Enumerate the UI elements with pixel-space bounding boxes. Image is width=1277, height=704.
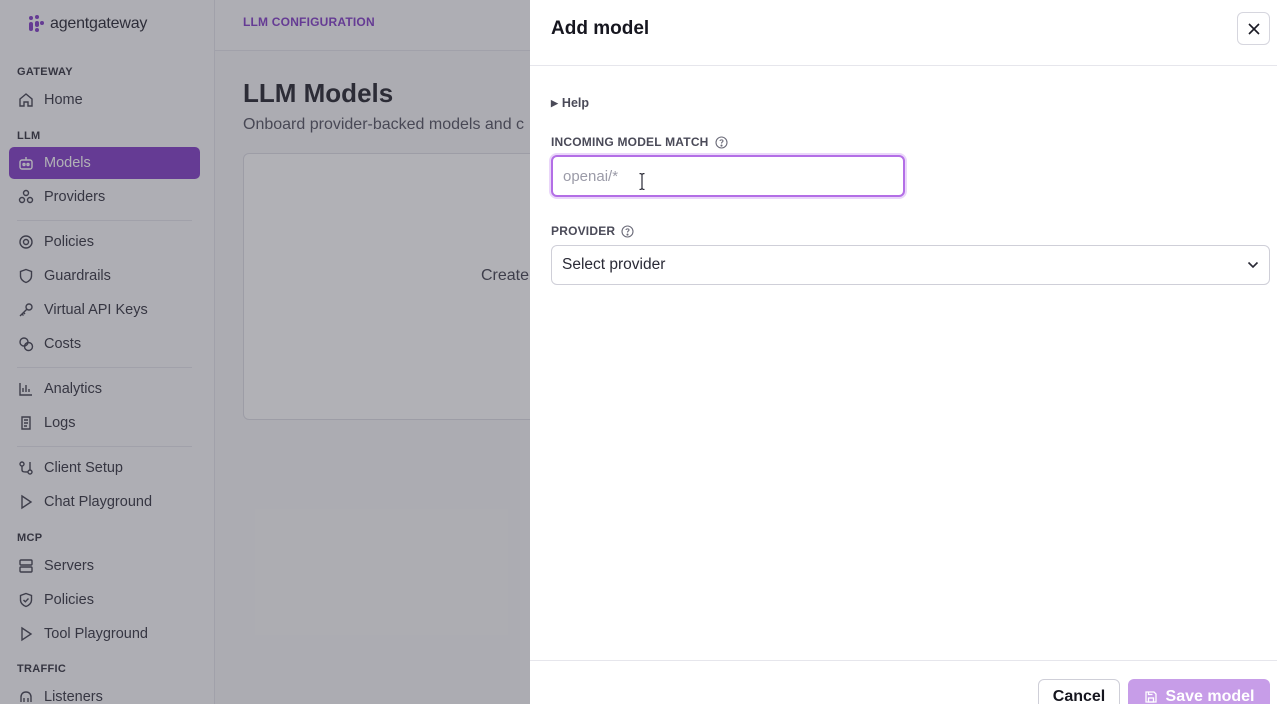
drawer-footer-divider bbox=[530, 660, 1277, 661]
incoming-model-match-input[interactable] bbox=[551, 155, 905, 197]
help-circle-icon[interactable] bbox=[621, 224, 634, 238]
field-label-text: INCOMING MODEL MATCH bbox=[551, 135, 709, 149]
add-model-drawer: Add model ▶ Help INCOMING MODEL MATCH PR… bbox=[530, 0, 1277, 704]
drawer-header-divider bbox=[530, 65, 1277, 66]
disclosure-triangle-icon: ▶ bbox=[551, 97, 558, 108]
cancel-button[interactable]: Cancel bbox=[1038, 679, 1120, 704]
close-button[interactable] bbox=[1237, 12, 1270, 45]
save-model-label: Save model bbox=[1165, 688, 1255, 704]
drawer-title: Add model bbox=[551, 18, 650, 39]
provider-select-value: Select provider bbox=[562, 256, 666, 273]
provider-label: PROVIDER bbox=[551, 224, 634, 238]
chevron-down-icon bbox=[1247, 261, 1259, 269]
provider-select[interactable]: Select provider bbox=[551, 245, 1270, 285]
save-model-button[interactable]: Save model bbox=[1128, 679, 1270, 704]
field-label-text: PROVIDER bbox=[551, 224, 616, 238]
help-circle-icon[interactable] bbox=[714, 135, 728, 149]
save-icon bbox=[1144, 691, 1157, 703]
incoming-model-match-label: INCOMING MODEL MATCH bbox=[551, 135, 728, 149]
text-cursor-icon bbox=[639, 173, 645, 190]
close-icon bbox=[1247, 22, 1260, 35]
help-label: Help bbox=[561, 96, 590, 110]
help-toggle[interactable]: ▶ Help bbox=[551, 96, 589, 110]
